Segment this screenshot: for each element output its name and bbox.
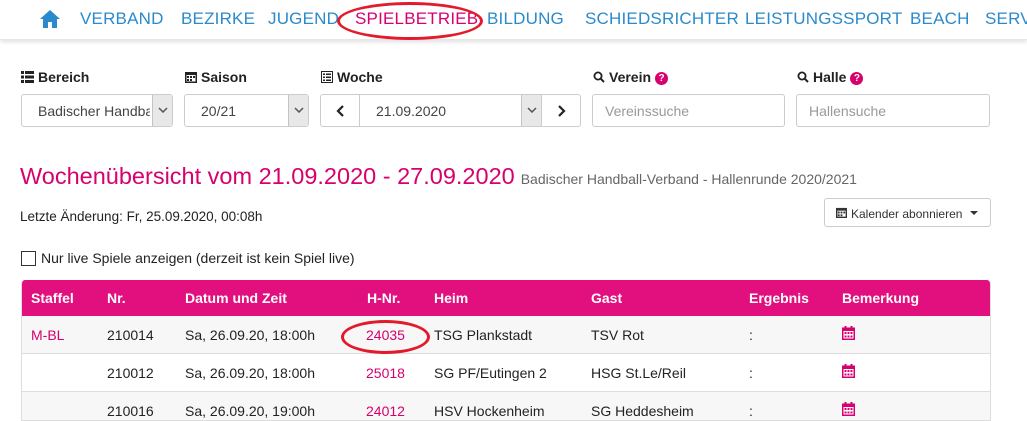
guest-team: HSG St.Le/Reil xyxy=(591,365,686,381)
table-header: Staffel Nr. Datum und Zeit H-Nr. Heim Ga… xyxy=(22,280,990,316)
halle-search-placeholder: Hallensuche xyxy=(809,103,887,119)
home-team: SG PF/Eutingen 2 xyxy=(434,365,547,381)
search-icon xyxy=(797,71,809,83)
calendar-icon xyxy=(185,72,197,83)
calendar-icon[interactable] xyxy=(842,402,855,419)
live-games-checkbox[interactable] xyxy=(21,251,36,266)
game-datetime: Sa, 26.09.20, 18:00h xyxy=(185,365,315,381)
top-navigation: VERBAND BEZIRKE JUGEND SPIELBETRIEB BILD… xyxy=(0,0,1027,40)
table-row: 210016 Sa, 26.09.20, 19:00h 24012 HSV Ho… xyxy=(22,392,990,420)
column-header-datum[interactable]: Datum und Zeit xyxy=(185,290,287,306)
verein-label-text: Verein xyxy=(609,69,652,85)
calendar-icon xyxy=(836,207,847,218)
game-result: : xyxy=(749,403,753,419)
bereich-select-value: Badischer Handba xyxy=(38,103,150,119)
halle-search-input[interactable]: Hallensuche xyxy=(796,94,990,127)
chevron-right-icon xyxy=(558,105,566,117)
column-header-nr[interactable]: Nr. xyxy=(107,290,126,306)
woche-select-value: 21.09.2020 xyxy=(376,103,447,119)
nav-item-schiedsrichter[interactable]: SCHIEDSRICHTER xyxy=(585,9,739,29)
game-datetime: Sa, 26.09.20, 19:00h xyxy=(185,403,315,419)
verein-label: Verein? xyxy=(593,69,669,85)
hall-number-link[interactable]: 24012 xyxy=(366,403,405,419)
hall-number-link[interactable]: 25018 xyxy=(366,365,405,381)
woche-label-text: Woche xyxy=(337,69,383,85)
column-header-gast[interactable]: Gast xyxy=(591,290,622,306)
bereich-label: Bereich xyxy=(21,69,89,85)
guest-team: TSV Rot xyxy=(591,327,644,343)
nav-item-beach[interactable]: BEACH xyxy=(910,9,970,29)
home-team: HSV Hockenheim xyxy=(434,403,545,419)
saison-select[interactable]: 20/21 xyxy=(184,94,309,127)
help-icon[interactable]: ? xyxy=(850,72,864,85)
games-table: Staffel Nr. Datum und Zeit H-Nr. Heim Ga… xyxy=(21,280,991,421)
previous-week-button[interactable] xyxy=(320,94,360,127)
saison-label-text: Saison xyxy=(201,69,247,85)
page-subtitle: Badischer Handball-Verband - Hallenrunde… xyxy=(520,171,857,187)
annotation-circle-spielbetrieb xyxy=(337,2,483,40)
game-result: : xyxy=(749,365,753,381)
column-header-hnr[interactable]: H-Nr. xyxy=(367,290,400,306)
saison-select-value: 20/21 xyxy=(201,103,237,119)
verein-search-placeholder: Vereinssuche xyxy=(605,103,690,119)
bereich-label-text: Bereich xyxy=(38,69,90,85)
column-header-bemerkung[interactable]: Bemerkung xyxy=(842,290,919,306)
chevron-down-icon[interactable] xyxy=(521,95,541,126)
chevron-down-icon[interactable] xyxy=(288,95,308,126)
page-title-text: Wochenübersicht vom 21.09.2020 - 27.09.2… xyxy=(20,163,515,189)
calendar-subscribe-button[interactable]: Kalender abonnieren xyxy=(824,198,991,227)
woche-label: Woche xyxy=(321,69,383,85)
home-team: TSG Plankstadt xyxy=(434,327,533,343)
game-number: 210012 xyxy=(107,365,154,381)
list-icon xyxy=(21,71,34,83)
saison-label: Saison xyxy=(185,69,247,85)
nav-item-leistungssport[interactable]: LEISTUNGSSPORT xyxy=(745,9,902,29)
game-number: 210014 xyxy=(107,327,154,343)
column-header-heim[interactable]: Heim xyxy=(434,290,468,306)
help-icon[interactable]: ? xyxy=(655,72,669,85)
chevron-down-icon[interactable] xyxy=(152,95,172,126)
nav-item-jugend[interactable]: JUGEND xyxy=(268,9,339,29)
page-title: Wochenübersicht vom 21.09.2020 - 27.09.2… xyxy=(20,163,857,190)
caret-down-icon xyxy=(970,211,978,215)
game-number: 210016 xyxy=(107,403,154,419)
table-row: 210012 Sa, 26.09.20, 18:00h 25018 SG PF/… xyxy=(22,354,990,392)
nav-item-bezirke[interactable]: BEZIRKE xyxy=(181,9,255,29)
guest-team: SG Heddesheim xyxy=(591,403,694,419)
game-datetime: Sa, 26.09.20, 18:00h xyxy=(185,327,315,343)
table-row: M-BL 210014 Sa, 26.09.20, 18:00h 24035 T… xyxy=(22,316,990,354)
list-alt-icon xyxy=(321,71,333,83)
search-icon xyxy=(593,71,605,83)
halle-label: Halle? xyxy=(797,69,864,85)
next-week-button[interactable] xyxy=(541,94,581,127)
bereich-select[interactable]: Badischer Handba xyxy=(21,94,173,127)
column-header-staffel[interactable]: Staffel xyxy=(31,290,74,306)
annotation-circle-hnr xyxy=(341,320,430,354)
column-header-ergebnis[interactable]: Ergebnis xyxy=(749,290,809,306)
home-icon[interactable] xyxy=(39,9,61,29)
nav-item-service[interactable]: SERV xyxy=(985,9,1027,29)
calendar-icon[interactable] xyxy=(842,364,855,381)
last-change-text: Letzte Änderung: Fr, 25.09.2020, 00:08h xyxy=(20,209,263,224)
staffel-link[interactable]: M-BL xyxy=(31,327,64,343)
calendar-subscribe-label: Kalender abonnieren xyxy=(851,207,963,221)
woche-select[interactable]: 21.09.2020 xyxy=(359,94,542,127)
nav-item-verband[interactable]: VERBAND xyxy=(80,9,164,29)
calendar-icon[interactable] xyxy=(842,326,855,343)
nav-item-bildung[interactable]: BILDUNG xyxy=(487,9,564,29)
game-result: : xyxy=(749,327,753,343)
live-games-label: Nur live Spiele anzeigen (derzeit ist ke… xyxy=(41,250,355,266)
verein-search-input[interactable]: Vereinssuche xyxy=(592,94,785,127)
halle-label-text: Halle xyxy=(813,69,847,85)
chevron-left-icon xyxy=(336,105,344,117)
